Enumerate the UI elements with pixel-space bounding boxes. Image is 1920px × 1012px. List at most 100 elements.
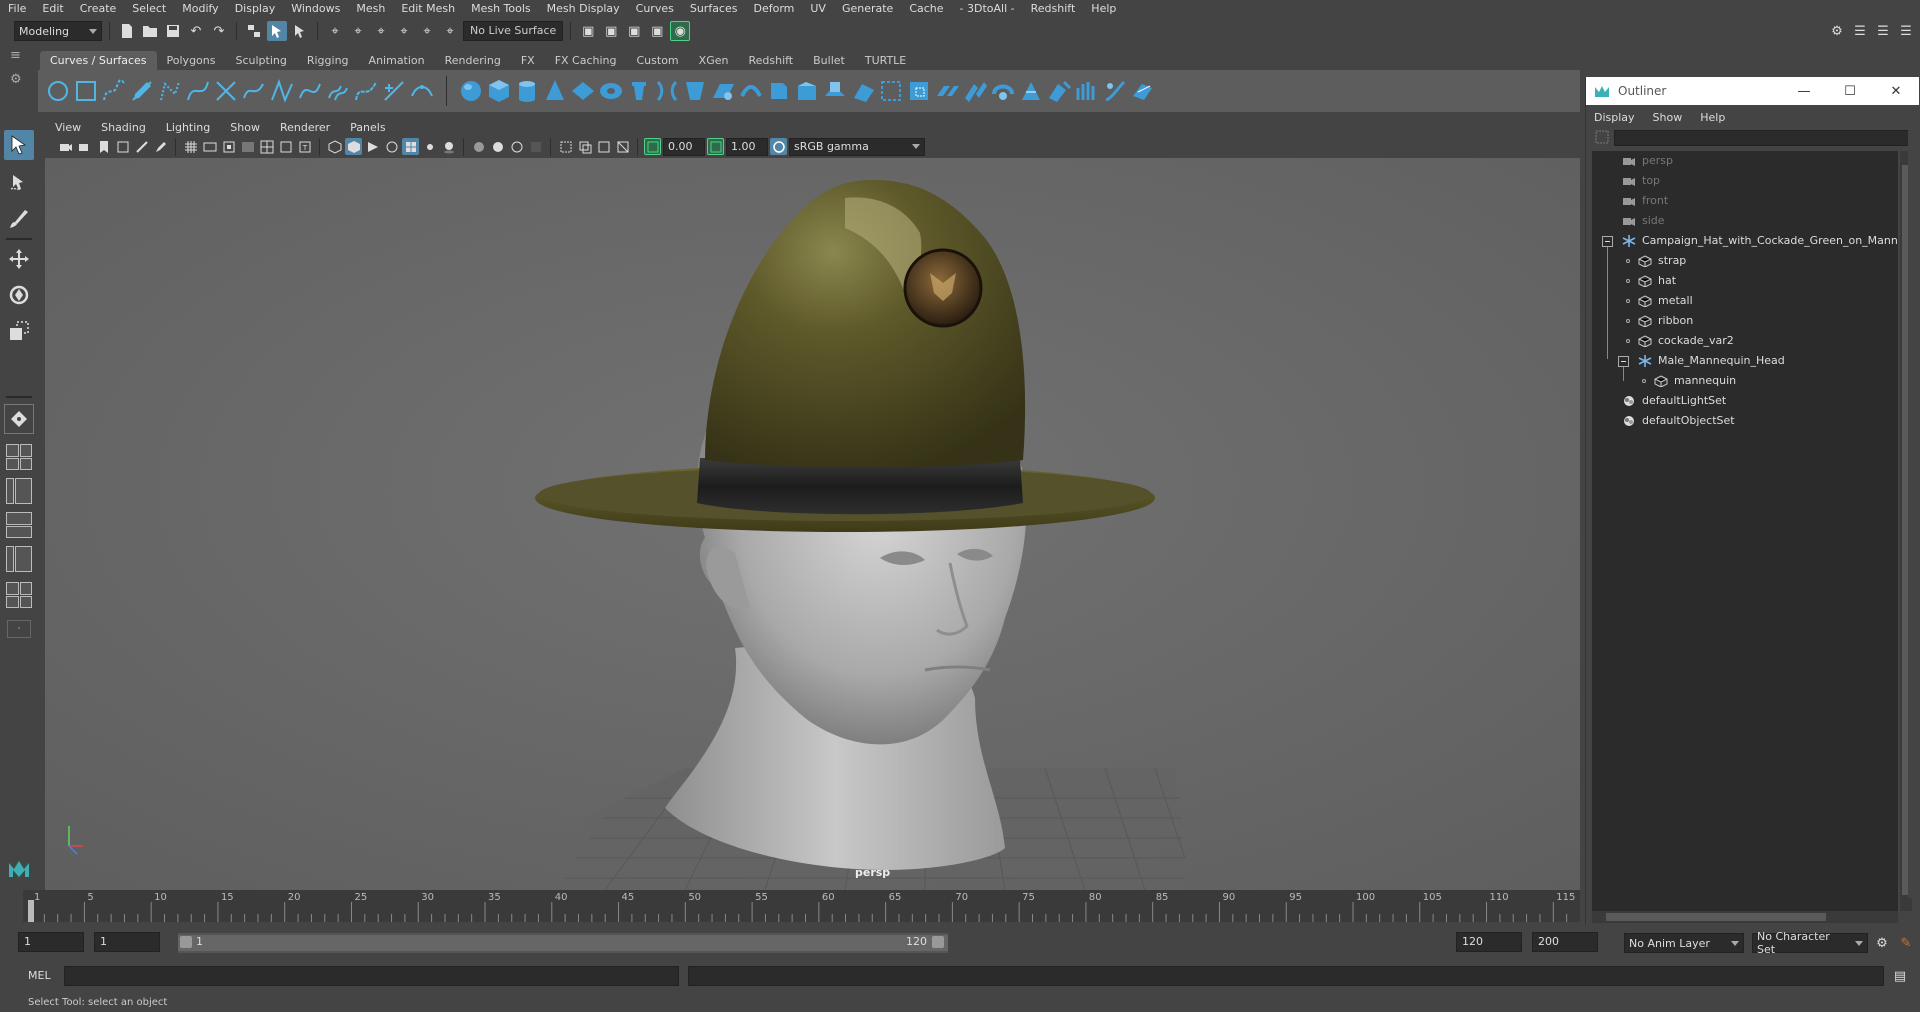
rotate-tool-icon[interactable]	[4, 280, 34, 310]
nurbs-square-icon[interactable]	[72, 74, 100, 108]
playback-start-field[interactable]: 1	[94, 932, 160, 952]
outliner-item-front[interactable]: front	[1592, 191, 1898, 211]
outliner-item-defaultobjectset[interactable]: defaultObjectSet	[1592, 411, 1898, 431]
add-points-icon[interactable]	[380, 74, 408, 108]
panel-menu-shading[interactable]: Shading	[91, 121, 156, 134]
grid-toggle-icon[interactable]	[182, 138, 199, 155]
auto-key-icon[interactable]: ⚙	[1872, 933, 1892, 953]
safe-title-icon[interactable]: T	[296, 138, 313, 155]
panel-menu-view[interactable]: View	[45, 121, 91, 134]
toggle-tool-settings-icon[interactable]: ☰	[1873, 21, 1893, 41]
intersect-icon[interactable]	[821, 74, 849, 108]
show-manipulator-icon[interactable]	[4, 404, 34, 434]
menu-deform[interactable]: Deform	[745, 0, 802, 17]
menu-redshift[interactable]: Redshift	[1023, 0, 1084, 17]
surface-editing-icon[interactable]	[1129, 74, 1157, 108]
menu-help[interactable]: Help	[1083, 0, 1124, 17]
menu-modify[interactable]: Modify	[174, 0, 226, 17]
script-editor-icon[interactable]: ▤	[1890, 966, 1910, 986]
shelf-tab-redshift[interactable]: Redshift	[738, 51, 803, 70]
animation-end-field[interactable]: 200	[1532, 932, 1598, 952]
menu-mesh-tools[interactable]: Mesh Tools	[463, 0, 539, 17]
camera-attributes-icon[interactable]	[76, 138, 93, 155]
default-material-icon[interactable]	[364, 138, 381, 155]
panel-menu-lighting[interactable]: Lighting	[156, 121, 220, 134]
project-curve-icon[interactable]	[849, 74, 877, 108]
paint-select-tool-icon[interactable]	[4, 204, 34, 234]
outliner-item-top[interactable]: top	[1592, 171, 1898, 191]
select-hierarchy-icon[interactable]	[244, 21, 264, 41]
pencil-curve-icon[interactable]	[128, 74, 156, 108]
attach-surfaces-icon[interactable]	[933, 74, 961, 108]
menu-mesh-display[interactable]: Mesh Display	[539, 0, 628, 17]
safe-action-icon[interactable]	[277, 138, 294, 155]
film-gate-icon[interactable]	[201, 138, 218, 155]
panel-menu-renderer[interactable]: Renderer	[270, 121, 340, 134]
scrollbar-thumb[interactable]	[1606, 913, 1826, 921]
collapse-toggle-icon[interactable]	[1602, 236, 1613, 247]
outliner-item-side[interactable]: side	[1592, 211, 1898, 231]
field-chart-icon[interactable]	[258, 138, 275, 155]
layout-side-by-side-icon[interactable]	[6, 478, 32, 504]
shelf-tab-rigging[interactable]: Rigging	[297, 51, 359, 70]
live-surface-field[interactable]: No Live Surface	[463, 21, 564, 41]
render-frame-icon[interactable]: ▣	[601, 21, 621, 41]
toggle-channel-box-icon[interactable]: ☰	[1896, 21, 1916, 41]
shelf-tab-turtle[interactable]: TURTLE	[855, 51, 916, 70]
snap-projected-icon[interactable]: ⌖	[394, 21, 414, 41]
playback-end-field[interactable]: 120	[1456, 932, 1522, 952]
command-input[interactable]	[64, 966, 679, 986]
outliner-item-ribbon[interactable]: ribbon	[1592, 311, 1898, 331]
planar-icon[interactable]	[681, 74, 709, 108]
layout-graph-persp-icon[interactable]	[6, 582, 32, 608]
select-camera-icon[interactable]	[57, 138, 74, 155]
shelf-tab-polygons[interactable]: Polygons	[157, 51, 226, 70]
shadows-icon[interactable]	[440, 138, 457, 155]
motion-blur-icon[interactable]	[489, 138, 506, 155]
ep-curve-icon[interactable]	[100, 74, 128, 108]
textured-icon[interactable]	[402, 138, 419, 155]
multisample-aa-icon[interactable]	[508, 138, 525, 155]
wireframe-icon[interactable]	[326, 138, 343, 155]
gate-mask-icon[interactable]	[239, 138, 256, 155]
menu-curves[interactable]: Curves	[628, 0, 682, 17]
outliner-search-input[interactable]	[1614, 130, 1909, 146]
color-management-icon[interactable]	[770, 138, 787, 155]
outliner-item-metall[interactable]: metall	[1592, 291, 1898, 311]
menu-surfaces[interactable]: Surfaces	[682, 0, 746, 17]
perspective-viewport[interactable]: persp	[45, 158, 1580, 890]
lasso-tool-icon[interactable]	[4, 168, 34, 198]
outliner-item-persp[interactable]: persp	[1592, 151, 1898, 171]
nurbs-cube-icon[interactable]	[485, 74, 513, 108]
snap-curve-icon[interactable]: ⌖	[348, 21, 368, 41]
detach-curves-icon[interactable]	[240, 74, 268, 108]
shelf-tab-bullet[interactable]: Bullet	[803, 51, 855, 70]
extend-curve-icon[interactable]	[296, 74, 324, 108]
select-tool-icon[interactable]	[4, 130, 34, 160]
outliner-item-cockade-var2[interactable]: cockade_var2	[1592, 331, 1898, 351]
extend-surface-icon[interactable]	[1045, 74, 1073, 108]
make-live-icon[interactable]: ⌖	[440, 21, 460, 41]
move-tool-icon[interactable]	[4, 244, 34, 274]
shelf-tab-fx-caching[interactable]: FX Caching	[545, 51, 627, 70]
bookmark-icon[interactable]	[95, 138, 112, 155]
outliner-menu-show[interactable]: Show	[1653, 111, 1691, 124]
xray-joints-icon[interactable]	[595, 138, 612, 155]
nurbs-circle-icon[interactable]	[44, 74, 72, 108]
range-slider[interactable]: 1 120	[178, 933, 948, 953]
trim-tool-icon[interactable]	[877, 74, 905, 108]
offset-curve-icon[interactable]	[324, 74, 352, 108]
shelf-tab-custom[interactable]: Custom	[627, 51, 689, 70]
xray-components-icon[interactable]	[614, 138, 631, 155]
shaded-wireframe-icon[interactable]	[383, 138, 400, 155]
save-scene-icon[interactable]	[163, 21, 183, 41]
menu-uv[interactable]: UV	[802, 0, 834, 17]
attach-curves-icon[interactable]	[212, 74, 240, 108]
smooth-shade-icon[interactable]	[345, 138, 362, 155]
nurbs-cylinder-icon[interactable]	[513, 74, 541, 108]
outliner-item-campaign-hat-with-cockade-green-on-mann[interactable]: Campaign_Hat_with_Cockade_Green_on_Mann	[1592, 231, 1898, 251]
outliner-item-strap[interactable]: strap	[1592, 251, 1898, 271]
menu-edit[interactable]: Edit	[34, 0, 71, 17]
redo-icon[interactable]: ↷	[209, 21, 229, 41]
outliner-menu-help[interactable]: Help	[1700, 111, 1733, 124]
